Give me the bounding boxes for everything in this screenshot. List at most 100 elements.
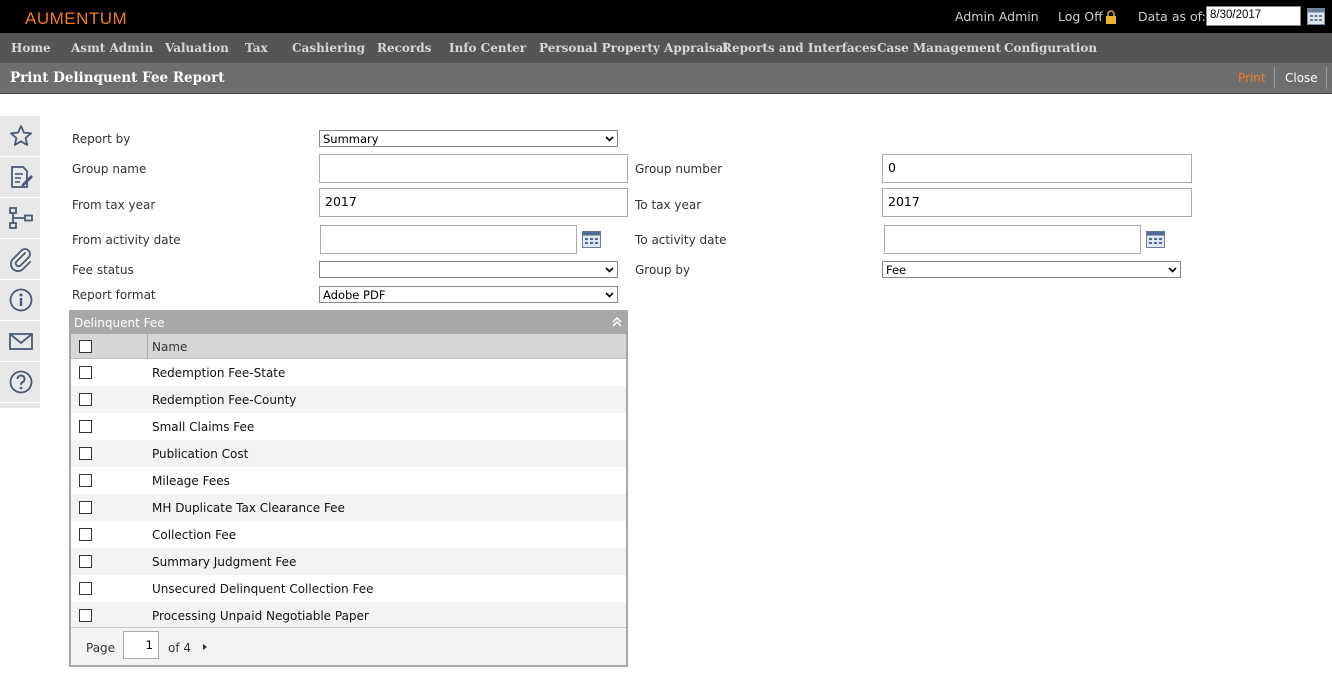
from-activity-date-label: From activity date: [72, 233, 181, 247]
nav-tax[interactable]: Tax: [245, 41, 268, 55]
chevron-down-icon: [1168, 267, 1177, 273]
group-number-label: Group number: [635, 162, 723, 176]
group-by-value: Fee: [886, 263, 907, 277]
grid-header: Name: [71, 334, 626, 359]
grid-title: Delinquent Fee: [74, 316, 165, 330]
row-name: Redemption Fee-State: [152, 366, 286, 380]
table-row[interactable]: MH Duplicate Tax Clearance Fee: [71, 494, 626, 521]
table-row[interactable]: Summary Judgment Fee: [71, 548, 626, 575]
table-row[interactable]: Small Claims Fee: [71, 413, 626, 440]
report-format-value: Adobe PDF: [323, 288, 386, 302]
calendar-icon[interactable]: [582, 231, 601, 248]
report-by-select[interactable]: Summary: [319, 130, 618, 147]
edit-document-icon: [10, 166, 33, 188]
chevron-down-icon: [605, 136, 614, 142]
table-row[interactable]: Redemption Fee-County: [71, 386, 626, 413]
nav-records[interactable]: Records: [377, 41, 431, 55]
row-checkbox[interactable]: [79, 447, 92, 460]
group-name-input[interactable]: [319, 154, 628, 183]
data-as-of-input[interactable]: 8/30/2017: [1206, 6, 1301, 26]
column-divider: [147, 334, 148, 359]
row-name: Publication Cost: [152, 447, 249, 461]
grid-title-bar: Delinquent Fee: [71, 312, 626, 334]
row-checkbox[interactable]: [79, 366, 92, 379]
row-checkbox[interactable]: [79, 609, 92, 622]
group-by-label: Group by: [635, 263, 691, 277]
name-column-header[interactable]: Name: [152, 340, 187, 354]
favorite-button[interactable]: [0, 116, 41, 157]
collapse-icon[interactable]: [611, 316, 623, 328]
from-activity-date-input[interactable]: [320, 225, 577, 254]
nav-info-center[interactable]: Info Center: [449, 41, 526, 55]
fee-status-select[interactable]: [319, 261, 618, 278]
main-nav: Home Asmt Admin Valuation Tax Cashiering…: [0, 33, 1332, 63]
data-as-of-label: Data as of:: [1138, 9, 1206, 24]
fee-status-label: Fee status: [72, 263, 134, 277]
grid-pager: Page 1 of 4: [71, 627, 626, 665]
to-tax-year-label: To tax year: [635, 198, 702, 212]
app-logo[interactable]: AUMENTUM: [25, 9, 127, 29]
table-row[interactable]: Collection Fee: [71, 521, 626, 548]
print-button[interactable]: Print: [1238, 71, 1266, 85]
header-divider: [1326, 67, 1327, 89]
to-activity-date-input[interactable]: [884, 225, 1141, 254]
attachments-button[interactable]: [0, 239, 41, 280]
row-checkbox[interactable]: [79, 474, 92, 487]
nav-personal-property-appraisal[interactable]: Personal Property Appraisal: [539, 41, 728, 55]
page-number-input[interactable]: 1: [123, 631, 159, 659]
nav-reports-and-interfaces[interactable]: Reports and Interfaces: [722, 41, 876, 55]
row-checkbox[interactable]: [79, 582, 92, 595]
next-page-icon[interactable]: [202, 643, 208, 651]
notes-button[interactable]: [0, 157, 41, 198]
hierarchy-button[interactable]: [0, 198, 41, 239]
to-activity-date-label: To activity date: [635, 233, 727, 247]
help-button[interactable]: [0, 362, 41, 403]
info-button[interactable]: [0, 280, 41, 321]
row-name: Mileage Fees: [152, 474, 230, 488]
lock-icon[interactable]: [1105, 10, 1117, 24]
nav-valuation[interactable]: Valuation: [165, 41, 229, 55]
row-name: Unsecured Delinquent Collection Fee: [152, 582, 374, 596]
report-format-select[interactable]: Adobe PDF: [319, 286, 618, 303]
header-divider: [1274, 67, 1275, 89]
table-row[interactable]: Unsecured Delinquent Collection Fee: [71, 575, 626, 602]
mail-button[interactable]: [0, 321, 41, 362]
from-tax-year-input[interactable]: 2017: [319, 188, 628, 217]
table-row[interactable]: Redemption Fee-State: [71, 359, 626, 386]
row-checkbox[interactable]: [79, 393, 92, 406]
chevron-down-icon: [605, 292, 614, 298]
nav-home[interactable]: Home: [11, 41, 51, 55]
calendar-icon[interactable]: [1146, 231, 1165, 248]
calendar-icon[interactable]: [1307, 6, 1325, 25]
page-header: Print Delinquent Fee Report Print Close: [0, 63, 1332, 94]
nav-cashiering[interactable]: Cashiering: [292, 41, 365, 55]
delinquent-fee-grid: Delinquent Fee Name Redemption Fee-State…: [69, 310, 628, 667]
group-by-select[interactable]: Fee: [882, 261, 1181, 278]
report-by-value: Summary: [323, 132, 379, 146]
to-tax-year-input[interactable]: 2017: [882, 188, 1192, 217]
row-checkbox[interactable]: [79, 420, 92, 433]
table-row[interactable]: Publication Cost: [71, 440, 626, 467]
user-name[interactable]: Admin Admin: [955, 9, 1039, 24]
report-format-label: Report format: [72, 288, 156, 302]
table-row[interactable]: Mileage Fees: [71, 467, 626, 494]
row-name: Redemption Fee-County: [152, 393, 297, 407]
table-row[interactable]: Processing Unpaid Negotiable Paper: [71, 602, 626, 629]
page-label: Page: [86, 641, 116, 655]
page-title: Print Delinquent Fee Report: [10, 70, 225, 86]
nav-configuration[interactable]: Configuration: [1004, 41, 1097, 55]
row-name: Processing Unpaid Negotiable Paper: [152, 609, 369, 623]
logoff-link[interactable]: Log Off: [1058, 9, 1103, 24]
report-by-label: Report by: [72, 132, 131, 146]
row-checkbox[interactable]: [79, 528, 92, 541]
row-checkbox[interactable]: [79, 555, 92, 568]
help-icon: [9, 370, 32, 394]
row-name: MH Duplicate Tax Clearance Fee: [152, 501, 345, 515]
group-number-input[interactable]: 0: [882, 154, 1192, 183]
row-checkbox[interactable]: [79, 501, 92, 514]
nav-case-management[interactable]: Case Management: [877, 41, 1001, 55]
select-all-checkbox[interactable]: [79, 340, 92, 353]
nav-asmt-admin[interactable]: Asmt Admin: [71, 41, 153, 55]
close-button[interactable]: Close: [1285, 71, 1318, 85]
left-toolbar: [0, 116, 41, 408]
